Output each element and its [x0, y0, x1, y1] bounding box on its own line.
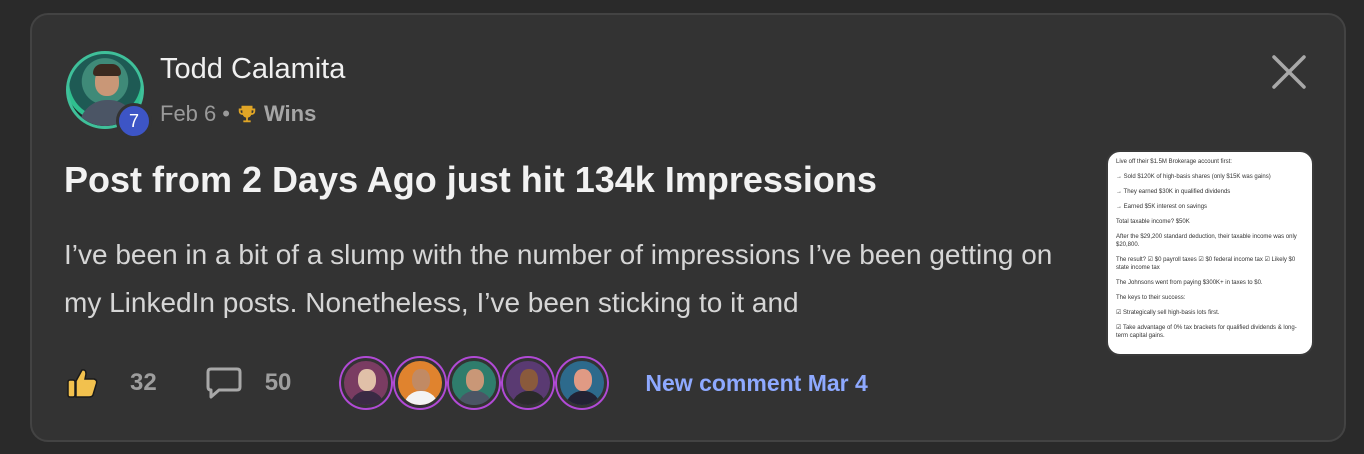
commenter-avatars[interactable] — [341, 358, 611, 408]
thumb-line: The Johnsons went from paying $300K+ in … — [1116, 280, 1263, 286]
thumb-line: Total taxable income? $50K — [1116, 219, 1190, 225]
post-footer: 32 50 New comment Mar 4 — [66, 358, 868, 408]
commenter-avatar[interactable] — [503, 358, 554, 408]
comment-button[interactable] — [205, 366, 243, 400]
commenter-avatar[interactable] — [395, 358, 446, 408]
post-category[interactable]: Wins — [264, 101, 316, 127]
thumb-line: → They earned $30K in qualified dividend… — [1116, 189, 1231, 195]
thumb-line: → Sold $120K of high-basis shares (only … — [1116, 174, 1271, 180]
author-name[interactable]: Todd Calamita — [160, 53, 345, 86]
post-card[interactable]: 7 Todd Calamita Feb 6 • Wins Post from 2… — [30, 13, 1346, 442]
commenter-avatar[interactable] — [449, 358, 500, 408]
new-comment-link[interactable]: New comment Mar 4 — [645, 370, 867, 397]
like-button[interactable] — [66, 366, 100, 400]
thumbs-up-icon — [67, 369, 98, 398]
thumb-line: → Earned $5K interest on savings — [1116, 204, 1208, 210]
thumb-line: After the $29,200 standard deduction, th… — [1116, 234, 1297, 248]
comment-bubble-icon — [206, 367, 242, 399]
post-title[interactable]: Post from 2 Days Ago just hit 134k Impre… — [64, 159, 877, 201]
level-badge: 7 — [116, 103, 152, 139]
commenter-avatar[interactable] — [557, 358, 608, 408]
like-count: 32 — [130, 369, 157, 396]
post-date: Feb 6 — [160, 101, 217, 126]
commenter-avatar[interactable] — [341, 358, 392, 408]
post-meta: Feb 6 • Wins — [160, 101, 316, 127]
thumb-line: The result? ☑ $0 payroll taxes ☑ $0 fede… — [1116, 257, 1296, 271]
post-excerpt: I’ve been in a bit of a slump with the n… — [64, 239, 1053, 318]
meta-separator: • — [222, 101, 230, 126]
trophy-icon — [238, 105, 256, 123]
close-icon[interactable] — [1270, 53, 1308, 91]
comment-count: 50 — [264, 369, 292, 396]
thumb-line: Live off their $1.5M Brokerage account f… — [1116, 159, 1232, 165]
thumb-line: ☑ Strategically sell high-basis lots fir… — [1116, 310, 1220, 316]
author-avatar[interactable]: 7 — [66, 51, 152, 139]
thumb-line: ☑ Take advantage of 0% tax brackets for … — [1116, 325, 1297, 339]
post-thumbnail[interactable]: Live off their $1.5M Brokerage account f… — [1106, 150, 1314, 356]
thumb-line: The keys to their success: — [1116, 295, 1186, 301]
